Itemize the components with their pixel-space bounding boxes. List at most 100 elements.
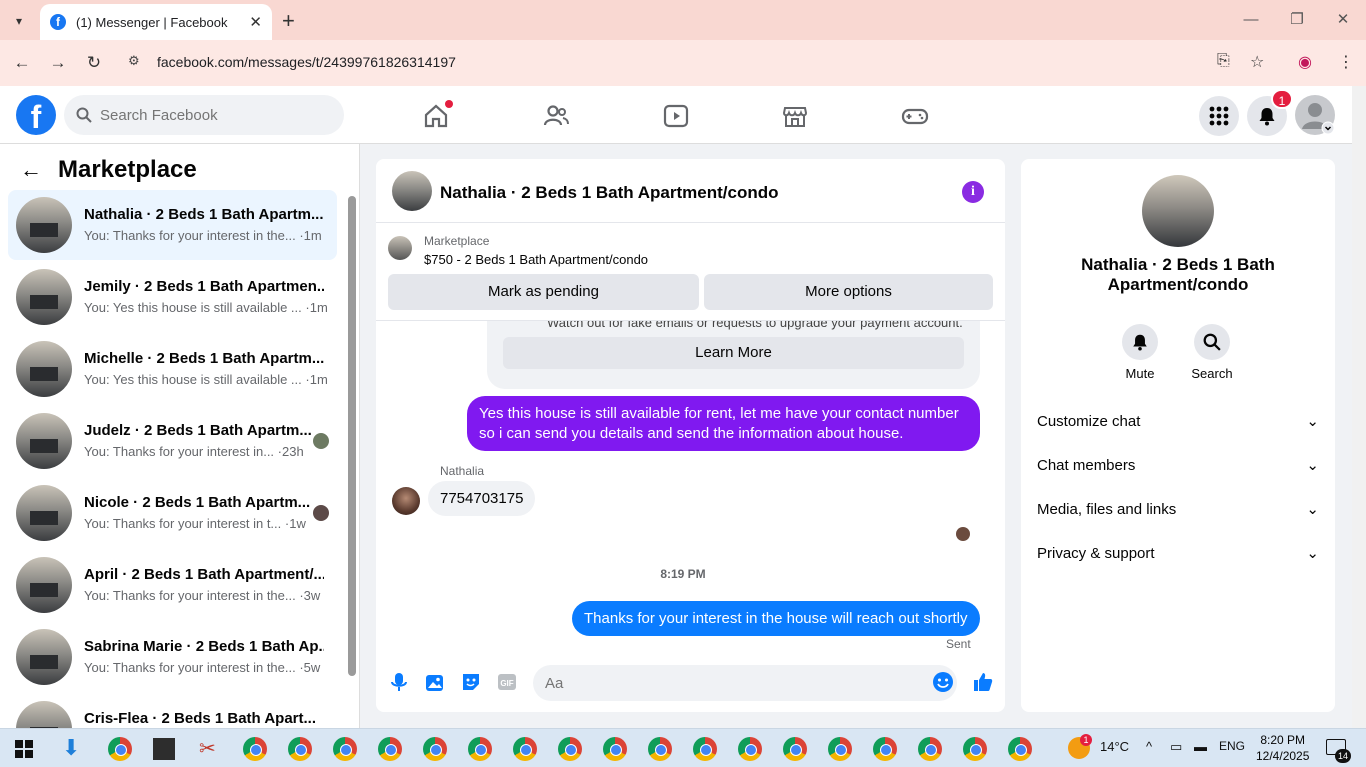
bookmark-star-icon[interactable]: ☆ <box>1250 52 1264 72</box>
restore-icon[interactable]: ❐ <box>1274 0 1320 40</box>
system-clock[interactable]: 8:20 PM 12/4/2025 <box>1256 732 1309 764</box>
show-hidden-icons-chevron-icon[interactable]: ^ <box>1146 739 1152 754</box>
listing-price-title[interactable]: $750 - 2 Beds 1 Bath Apartment/condo <box>424 252 648 267</box>
chrome-app-icon[interactable] <box>693 737 717 761</box>
chrome-app-icon[interactable] <box>288 737 312 761</box>
browser-menu-icon[interactable]: ⋮ <box>1338 52 1354 72</box>
chrome-app-icon[interactable] <box>513 737 537 761</box>
mute-button[interactable]: Mute <box>1105 324 1175 381</box>
windows-start-icon[interactable] <box>15 740 33 758</box>
facebook-logo-icon[interactable]: f <box>16 95 56 135</box>
gaming-icon[interactable] <box>901 102 929 130</box>
info-icon[interactable]: i <box>962 181 984 203</box>
conversation-item[interactable]: Cris-Flea · 2 Beds 1 Bath Apart... <box>8 694 337 728</box>
conversation-item[interactable]: Nathalia · 2 Beds 1 Bath Apartm... You: … <box>8 190 337 260</box>
chat-title[interactable]: Nathalia · 2 Beds 1 Bath Apartment/condo <box>440 183 778 203</box>
reload-icon[interactable]: ↻ <box>81 50 107 76</box>
new-tab-plus-icon[interactable]: + <box>282 8 295 34</box>
chat-thumbnail[interactable] <box>392 171 432 211</box>
forward-arrow-icon[interactable]: → <box>45 50 71 76</box>
url-text[interactable]: facebook.com/messages/t/2439976182631419… <box>157 54 456 70</box>
customize-chat-row[interactable]: Customize chat ⌄ <box>1037 401 1319 441</box>
notification-count-badge: 14 <box>1335 749 1351 763</box>
chat-members-row[interactable]: Chat members ⌄ <box>1037 445 1319 485</box>
conversation-item[interactable]: Jemily · 2 Beds 1 Bath Apartmen... You: … <box>8 262 337 332</box>
privacy-support-row[interactable]: Privacy & support ⌄ <box>1037 533 1319 573</box>
account-avatar[interactable] <box>1295 95 1335 135</box>
learn-more-button[interactable]: Learn More <box>503 337 964 369</box>
photo-icon[interactable] <box>424 671 446 693</box>
menu-grid-button[interactable] <box>1199 96 1239 136</box>
chrome-app-icon[interactable] <box>918 737 942 761</box>
close-window-icon[interactable]: ✕ <box>1320 0 1366 40</box>
chrome-app-icon[interactable] <box>378 737 402 761</box>
download-arrow-icon[interactable]: ⬇ <box>62 735 80 761</box>
conversation-item[interactable]: Nicole · 2 Beds 1 Bath Apartm... You: Th… <box>8 478 337 548</box>
search-chat-button[interactable]: Search <box>1177 324 1247 381</box>
profile-icon[interactable]: ◉ <box>1298 52 1312 72</box>
chrome-app-icon[interactable] <box>738 737 762 761</box>
install-app-icon[interactable]: ⎘ <box>1217 52 1230 70</box>
svg-text:GIF: GIF <box>500 679 513 688</box>
more-options-button[interactable]: More options <box>704 274 993 310</box>
mark-pending-button[interactable]: Mark as pending <box>388 274 699 310</box>
facebook-favicon-icon: f <box>50 14 66 30</box>
notes-app-icon[interactable] <box>153 738 175 760</box>
conversation-snippet: You: Thanks for your interest in t... ·1… <box>84 516 306 531</box>
chat-header: Nathalia · 2 Beds 1 Bath Apartment/condo… <box>376 159 1005 223</box>
minimize-icon[interactable]: — <box>1228 0 1274 40</box>
back-arrow-icon[interactable]: ← <box>20 157 42 183</box>
sticker-icon[interactable] <box>460 671 482 693</box>
language-indicator[interactable]: ENG <box>1219 739 1245 753</box>
network-icon[interactable]: ▭ <box>1170 739 1182 755</box>
chrome-app-icon[interactable] <box>243 737 267 761</box>
page-scrollbar[interactable] <box>1352 86 1366 728</box>
conversation-item[interactable]: Sabrina Marie · 2 Beds 1 Bath Ap... You:… <box>8 622 337 692</box>
friends-icon[interactable] <box>542 102 570 130</box>
thumbs-up-icon[interactable] <box>972 671 994 693</box>
chrome-app-icon[interactable] <box>108 737 132 761</box>
video-icon[interactable] <box>662 102 690 130</box>
back-arrow-icon[interactable]: ← <box>9 50 35 76</box>
search-input[interactable] <box>100 106 320 124</box>
chevron-down-icon: ⌄ <box>1306 457 1319 474</box>
chrome-app-icon[interactable] <box>558 737 582 761</box>
chrome-app-icon[interactable] <box>1008 737 1032 761</box>
sender-avatar[interactable] <box>392 487 420 515</box>
conversation-name: Michelle · 2 Beds 1 Bath Apartm... <box>84 350 324 367</box>
chrome-app-icon[interactable] <box>468 737 492 761</box>
chrome-app-icon[interactable] <box>648 737 672 761</box>
conversation-item[interactable]: Judelz · 2 Beds 1 Bath Apartm... You: Th… <box>8 406 337 476</box>
chrome-app-icon[interactable] <box>333 737 357 761</box>
close-tab-icon[interactable]: ✕ <box>249 13 262 31</box>
chrome-app-icon[interactable] <box>963 737 987 761</box>
battery-icon[interactable]: ▬ <box>1194 739 1207 754</box>
conversation-item[interactable]: Michelle · 2 Beds 1 Bath Apartm... You: … <box>8 334 337 404</box>
chrome-app-icon[interactable] <box>603 737 627 761</box>
message-input[interactable] <box>533 665 957 701</box>
chrome-app-icon[interactable] <box>873 737 897 761</box>
conversation-snippet: You: Yes this house is still available .… <box>84 372 328 387</box>
tab-search-chevron-icon[interactable]: ▾ <box>8 10 30 32</box>
mute-label: Mute <box>1125 366 1155 381</box>
seen-avatar <box>313 433 329 449</box>
weather-badge: 1 <box>1080 734 1092 746</box>
media-files-links-row[interactable]: Media, files and links ⌄ <box>1037 489 1319 529</box>
gif-icon[interactable]: GIF <box>496 671 518 693</box>
listing-thumbnail <box>388 236 412 260</box>
emoji-icon[interactable] <box>932 671 954 693</box>
paint-app-icon[interactable]: ✂ <box>199 736 216 761</box>
sidebar-scrollbar[interactable] <box>348 196 356 676</box>
marketplace-icon[interactable] <box>781 102 809 130</box>
microphone-icon[interactable] <box>388 671 410 693</box>
chrome-app-icon[interactable] <box>828 737 852 761</box>
chrome-app-icon[interactable] <box>423 737 447 761</box>
site-info-icon[interactable]: ⚙ <box>128 53 140 69</box>
weather-temp[interactable]: 14°C <box>1100 739 1129 754</box>
profile-photo[interactable] <box>1142 175 1214 247</box>
conversation-snippet: You: Thanks for your interest in the... … <box>84 660 321 675</box>
conversation-item[interactable]: April · 2 Beds 1 Bath Apartment/... You:… <box>8 550 337 620</box>
browser-tab-messenger[interactable]: f (1) Messenger | Facebook ✕ <box>40 4 272 40</box>
chrome-app-icon[interactable] <box>783 737 807 761</box>
search-box[interactable] <box>64 95 344 135</box>
